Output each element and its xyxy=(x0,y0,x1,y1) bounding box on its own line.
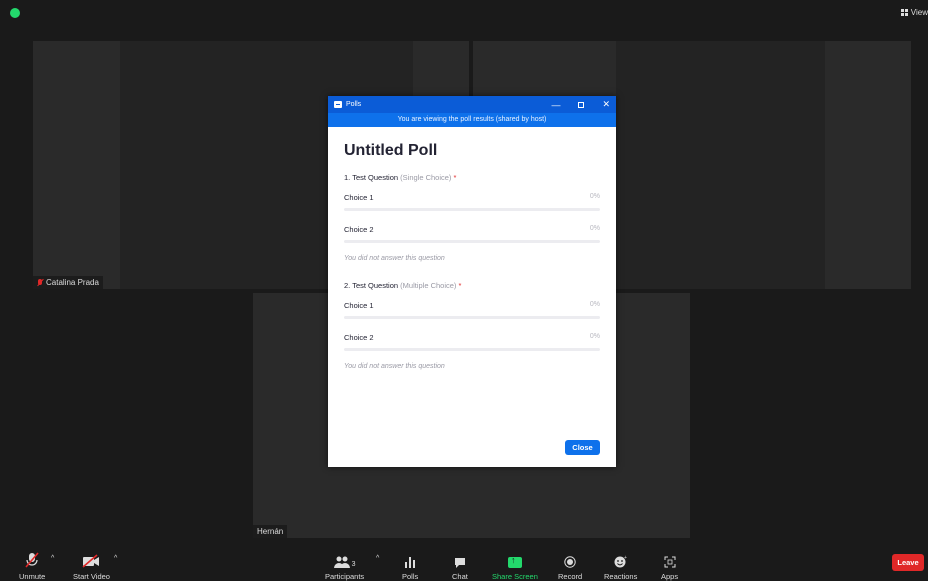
question-heading: 2. Test Question (Multiple Choice) * xyxy=(344,281,600,290)
participants-icon: 3 xyxy=(333,550,356,568)
result-bar xyxy=(344,316,600,319)
no-answer-note: You did not answer this question xyxy=(344,255,445,262)
polls-button[interactable]: Polls xyxy=(402,550,418,581)
choice-percent: 0% xyxy=(589,193,600,200)
polls-window-title: Polls xyxy=(346,101,362,108)
participant-count: 3 xyxy=(351,561,356,568)
chat-button[interactable]: Chat xyxy=(452,550,468,581)
result-bar xyxy=(344,240,600,243)
required-mark: * xyxy=(453,173,457,182)
unmute-label: Unmute xyxy=(19,572,46,581)
polls-app-icon xyxy=(334,101,342,108)
polls-titlebar[interactable]: Polls — ✕ xyxy=(328,96,616,113)
record-label: Record xyxy=(558,572,583,581)
question-block-1: 1. Test Question (Single Choice) * Choic… xyxy=(344,173,600,262)
question-block-2: 2. Test Question (Multiple Choice) * Cho… xyxy=(344,281,600,370)
mic-muted-icon xyxy=(37,278,43,287)
mic-off-icon xyxy=(25,550,39,568)
reactions-button[interactable]: + Reactions xyxy=(604,550,637,581)
reactions-icon: + xyxy=(614,550,628,568)
poll-body: Untitled Poll 1. Test Question (Single C… xyxy=(328,142,616,370)
choice-row: Choice 1 0% xyxy=(344,193,600,202)
polls-window[interactable]: Polls — ✕ You are viewing the poll resul… xyxy=(328,96,616,467)
security-shield-icon[interactable] xyxy=(10,8,20,18)
choice-percent: 0% xyxy=(589,333,600,340)
share-screen-button[interactable]: Share Screen xyxy=(492,550,538,581)
no-answer-note: You did not answer this question xyxy=(344,363,445,370)
apps-icon xyxy=(664,550,676,568)
choice-label: Choice 2 xyxy=(344,225,374,234)
choice-row: Choice 2 0% xyxy=(344,225,600,234)
meeting-toolbar: Unmute ^ Start Video ^ 3 Participants ^ … xyxy=(0,545,928,581)
apps-button[interactable]: Apps xyxy=(661,550,678,581)
view-label: View xyxy=(910,8,928,17)
question-label: 2. Test Question xyxy=(344,281,399,290)
share-screen-label: Share Screen xyxy=(492,572,538,581)
choice-row: Choice 1 0% xyxy=(344,301,600,310)
choice-label: Choice 2 xyxy=(344,333,374,342)
leave-button[interactable]: Leave xyxy=(892,554,924,571)
required-mark: * xyxy=(458,281,462,290)
grid-icon xyxy=(900,9,908,16)
participant-name: Hernán xyxy=(257,527,284,536)
participants-button[interactable]: 3 Participants xyxy=(325,550,364,581)
record-button[interactable]: Record xyxy=(558,550,582,581)
chevron-up-icon[interactable]: ^ xyxy=(376,555,379,562)
reactions-label: Reactions xyxy=(604,572,638,581)
result-bar xyxy=(344,208,600,211)
start-video-button[interactable]: Start Video xyxy=(73,550,110,581)
choice-row: Choice 2 0% xyxy=(344,333,600,342)
svg-text:+: + xyxy=(624,555,627,561)
chevron-up-icon[interactable]: ^ xyxy=(114,555,117,562)
video-tile-inner xyxy=(616,41,825,289)
start-video-label: Start Video xyxy=(73,572,110,581)
apps-label: Apps xyxy=(661,572,679,581)
participant-name-tag: Hernán xyxy=(253,525,288,538)
close-icon[interactable]: ✕ xyxy=(602,99,610,110)
choice-percent: 0% xyxy=(589,225,600,232)
record-icon xyxy=(564,550,576,568)
results-banner: You are viewing the poll results (shared… xyxy=(328,113,616,127)
chat-label: Chat xyxy=(452,572,468,581)
question-heading: 1. Test Question (Single Choice) * xyxy=(344,173,600,182)
question-type: (Multiple Choice) xyxy=(400,281,457,290)
chevron-up-icon[interactable]: ^ xyxy=(51,555,54,562)
question-label: 1. Test Question xyxy=(344,173,399,182)
poll-title: Untitled Poll xyxy=(344,142,438,159)
choice-percent: 0% xyxy=(589,301,600,308)
unmute-button[interactable]: Unmute xyxy=(19,550,45,581)
minimize-icon[interactable]: — xyxy=(551,100,560,110)
participant-name-tag: Catalina Prada xyxy=(33,276,103,289)
question-type: (Single Choice) xyxy=(400,173,452,182)
choice-label: Choice 1 xyxy=(344,301,374,310)
participants-label: Participants xyxy=(325,572,365,581)
polls-label: Polls xyxy=(402,572,419,581)
participant-name: Catalina Prada xyxy=(46,278,99,287)
maximize-icon[interactable] xyxy=(578,101,585,108)
polls-icon xyxy=(404,550,416,568)
close-button[interactable]: Close xyxy=(565,440,600,455)
result-bar xyxy=(344,348,600,351)
video-off-icon xyxy=(82,550,100,568)
share-screen-icon xyxy=(507,550,522,568)
view-button[interactable]: View xyxy=(900,8,928,17)
chat-icon xyxy=(454,550,466,568)
choice-label: Choice 1 xyxy=(344,193,374,202)
